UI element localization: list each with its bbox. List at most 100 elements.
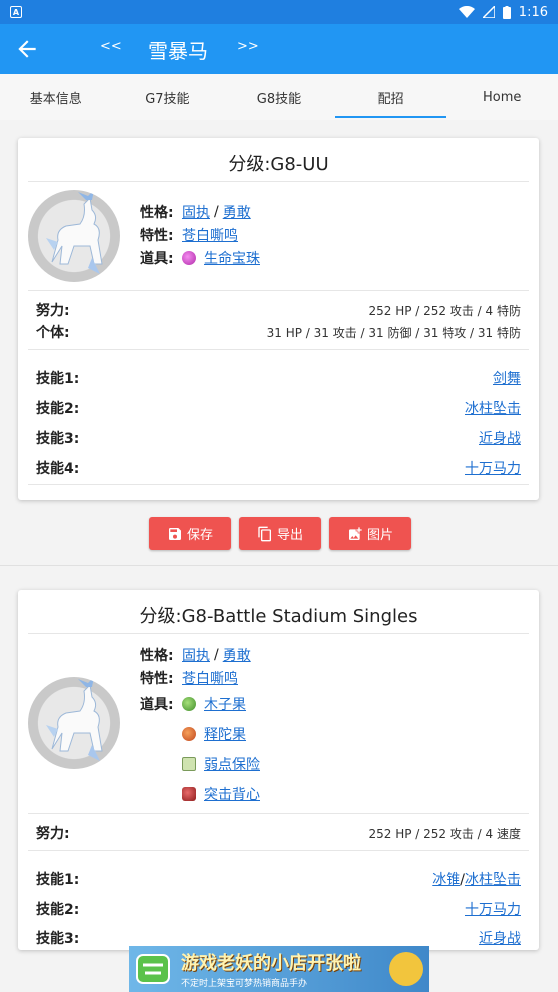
assault-vest-icon bbox=[182, 787, 196, 801]
item-link[interactable]: 弱点保险 bbox=[204, 754, 260, 774]
tier-title: 分级:G8-Battle Stadium Singles bbox=[28, 590, 529, 634]
weakness-policy-icon bbox=[182, 757, 196, 771]
move-value-group: 冰锥/冰柱坠击 bbox=[432, 869, 521, 889]
iv-label: 个体: bbox=[36, 325, 70, 341]
nature-link-brave[interactable]: 勇敢 bbox=[223, 202, 251, 222]
ev-row: 努力: 252 HP / 252 攻击 / 4 特防 bbox=[36, 300, 521, 320]
nature-label: 性格: bbox=[140, 204, 174, 221]
pokemon-avatar bbox=[28, 190, 120, 282]
ability-link[interactable]: 苍白嘶鸣 bbox=[182, 668, 238, 688]
moveset-card: 分级:G8-UU 性格: 固执 / 勇敢 特性: 苍白嘶鸣 道具: 生命宝珠 努… bbox=[18, 138, 539, 500]
move-link[interactable]: 冰柱坠击 bbox=[465, 872, 521, 888]
move-link[interactable]: 近身战 bbox=[479, 928, 521, 948]
save-label: 保存 bbox=[186, 528, 213, 543]
move-row-1: 技能1: 冰锥/冰柱坠击 bbox=[36, 869, 521, 889]
shop-icon bbox=[136, 954, 170, 984]
status-time: 1:16 bbox=[518, 4, 548, 20]
build-info: 性格: 固执 / 勇敢 特性: 苍白嘶鸣 道具: 生命宝珠 bbox=[140, 200, 260, 269]
ev-value: 252 HP / 252 攻击 / 4 速度 bbox=[368, 826, 522, 841]
move-label: 技能1: bbox=[36, 872, 80, 888]
tab-movesets[interactable]: 配招 bbox=[334, 74, 447, 120]
notification-icon: A bbox=[10, 6, 22, 18]
tab-home[interactable]: Home bbox=[446, 74, 558, 120]
status-bar: A 1:16 bbox=[0, 0, 558, 24]
wifi-icon bbox=[458, 6, 475, 18]
back-arrow-icon[interactable] bbox=[14, 36, 40, 62]
ev-row: 努力: 252 HP / 252 攻击 / 4 速度 bbox=[36, 823, 521, 843]
move-row-4: 技能4: 十万马力 bbox=[36, 458, 521, 478]
section-separator bbox=[0, 565, 558, 566]
life-orb-icon bbox=[182, 250, 196, 265]
berry-icon bbox=[182, 697, 196, 711]
tab-g7-moves[interactable]: G7技能 bbox=[112, 74, 224, 120]
battery-icon bbox=[502, 5, 511, 19]
psyduck-image bbox=[389, 952, 423, 986]
nature-label: 性格: bbox=[140, 647, 174, 664]
item-link[interactable]: 释陀果 bbox=[204, 724, 246, 744]
tab-basic-info[interactable]: 基本信息 bbox=[0, 74, 112, 120]
divider bbox=[28, 290, 529, 291]
pokemon-avatar bbox=[28, 677, 120, 769]
iv-value: 31 HP / 31 攻击 / 31 防御 / 31 特攻 / 31 特防 bbox=[266, 325, 521, 340]
berry-icon bbox=[182, 727, 196, 741]
export-button[interactable]: 导出 bbox=[239, 517, 321, 550]
banner-title: 游戏老妖的小店开张啦 bbox=[181, 953, 361, 974]
divider bbox=[28, 813, 529, 814]
divider bbox=[28, 850, 529, 851]
divider bbox=[28, 484, 529, 485]
nature-link-adamant[interactable]: 固执 bbox=[182, 202, 210, 222]
move-link[interactable]: 十万马力 bbox=[465, 899, 521, 919]
action-buttons: 保存 导出 图片 bbox=[149, 517, 411, 550]
item-link[interactable]: 突击背心 bbox=[204, 784, 260, 804]
nature-link-brave[interactable]: 勇敢 bbox=[223, 645, 251, 665]
app-bar: << 雪暴马 >> bbox=[0, 24, 558, 74]
add-image-icon bbox=[348, 526, 362, 540]
move-link[interactable]: 近身战 bbox=[479, 428, 521, 448]
promo-banner[interactable]: 游戏老妖的小店开张啦 不定时上架宝可梦热销商品手办 bbox=[129, 946, 429, 992]
move-label: 技能2: bbox=[36, 401, 80, 417]
move-label: 技能4: bbox=[36, 461, 80, 477]
move-label: 技能3: bbox=[36, 431, 80, 447]
page-title: 雪暴马 bbox=[148, 39, 208, 63]
copy-icon bbox=[258, 526, 271, 541]
move-row-3: 技能3: 近身战 bbox=[36, 428, 521, 448]
move-link[interactable]: 冰柱坠击 bbox=[465, 398, 521, 418]
move-row-2: 技能2: 冰柱坠击 bbox=[36, 398, 521, 418]
image-button[interactable]: 图片 bbox=[329, 517, 411, 550]
moveset-card: 分级:G8-Battle Stadium Singles 性格: 固执 / 勇敢… bbox=[18, 590, 539, 950]
ev-label: 努力: bbox=[36, 303, 70, 319]
move-row-3: 技能3: 近身战 bbox=[36, 928, 521, 948]
move-label: 技能3: bbox=[36, 931, 80, 947]
item-link[interactable]: 木子果 bbox=[204, 694, 246, 714]
ability-label: 特性: bbox=[140, 227, 174, 244]
item-label: 道具: bbox=[140, 697, 174, 713]
build-info: 性格: 固执 / 勇敢 特性: 苍白嘶鸣 道具: 木子果 释陀果 弱点保险 突击… bbox=[140, 643, 260, 809]
nature-separator: / bbox=[214, 646, 219, 663]
tab-bar: 基本信息 G7技能 G8技能 配招 Home bbox=[0, 74, 558, 120]
export-label: 导出 bbox=[276, 528, 303, 543]
tier-title: 分级:G8-UU bbox=[28, 138, 529, 182]
signal-icon bbox=[482, 6, 495, 18]
iv-row: 个体: 31 HP / 31 攻击 / 31 防御 / 31 特攻 / 31 特… bbox=[36, 322, 521, 342]
nature-link-adamant[interactable]: 固执 bbox=[182, 645, 210, 665]
divider bbox=[28, 349, 529, 350]
item-label: 道具: bbox=[140, 250, 174, 267]
item-link-life-orb[interactable]: 生命宝珠 bbox=[204, 248, 260, 268]
ability-link[interactable]: 苍白嘶鸣 bbox=[182, 225, 238, 245]
move-row-1: 技能1: 剑舞 bbox=[36, 368, 521, 388]
move-link[interactable]: 冰锥 bbox=[432, 872, 460, 888]
move-row-2: 技能2: 十万马力 bbox=[36, 899, 521, 919]
save-button[interactable]: 保存 bbox=[149, 517, 231, 550]
move-link[interactable]: 剑舞 bbox=[493, 368, 521, 388]
nature-separator: / bbox=[214, 203, 219, 220]
banner-subtitle: 不定时上架宝可梦热销商品手办 bbox=[181, 979, 308, 989]
tab-g8-moves[interactable]: G8技能 bbox=[223, 74, 335, 120]
next-pokemon-button[interactable]: >> bbox=[237, 39, 259, 54]
move-label: 技能2: bbox=[36, 902, 80, 918]
ev-value: 252 HP / 252 攻击 / 4 特防 bbox=[368, 303, 522, 318]
ev-label: 努力: bbox=[36, 826, 70, 842]
move-link[interactable]: 十万马力 bbox=[465, 458, 521, 478]
prev-pokemon-button[interactable]: << bbox=[100, 39, 122, 54]
ability-label: 特性: bbox=[140, 670, 174, 687]
save-icon bbox=[168, 527, 181, 540]
